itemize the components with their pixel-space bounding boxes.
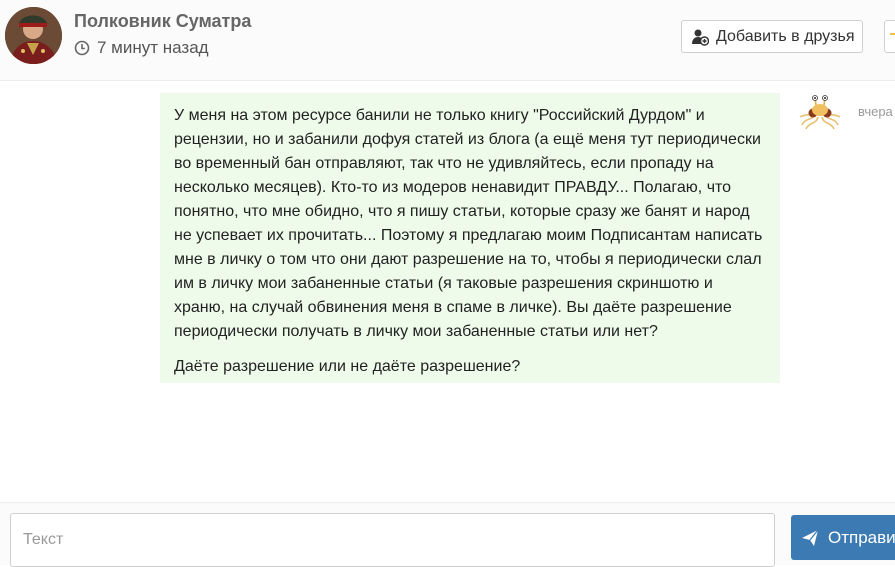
flying-spaghetti-monster-icon[interactable] [798, 95, 842, 131]
add-friend-button[interactable]: Добавить в друзья [681, 20, 863, 53]
last-seen: 7 минут назад [74, 38, 209, 58]
send-label: Отправить [828, 527, 895, 547]
last-seen-text: 7 минут назад [97, 38, 209, 57]
message-time: вчера [858, 104, 893, 119]
message-paragraph: Даёте разрешение или не даёте разрешение… [174, 358, 521, 375]
message-bubble: У меня на этом ресурсе банили не только … [160, 93, 780, 383]
paper-plane-icon [802, 529, 819, 546]
clock-icon [74, 40, 90, 56]
add-friend-label: Добавить в друзья [716, 27, 855, 45]
contact-name[interactable]: Полковник Суматра [74, 11, 251, 32]
more-button[interactable] [884, 20, 895, 53]
avatar[interactable] [5, 7, 62, 64]
send-button[interactable]: Отправить [791, 515, 895, 560]
add-user-icon [692, 29, 709, 46]
more-button-mark [890, 33, 895, 35]
message-input[interactable] [10, 513, 775, 567]
message-paragraph: У меня на этом ресурсе банили не только … [174, 107, 763, 340]
